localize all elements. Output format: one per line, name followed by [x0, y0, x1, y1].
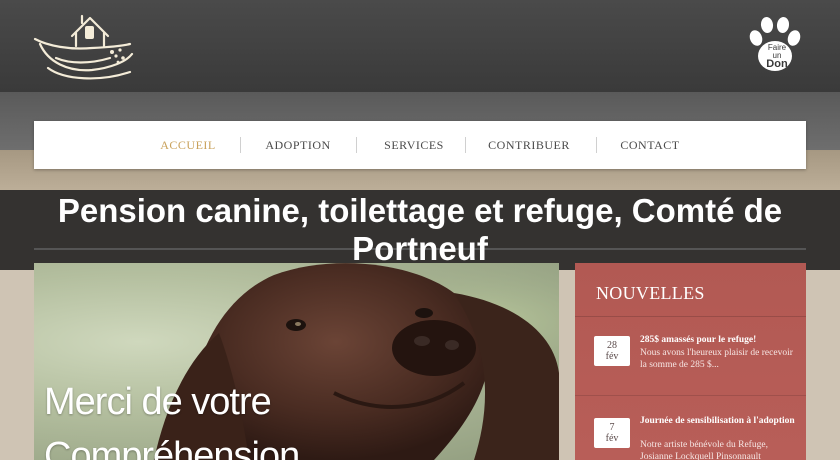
news-headline[interactable]: Journée de sensibilisation à l'adoption: [640, 415, 796, 427]
date-day: 7: [609, 422, 615, 433]
nav-divider: [240, 137, 241, 153]
nav-divider: [596, 137, 597, 153]
hero-line2: Compréhension: [44, 435, 300, 460]
page-title: Pension canine, toilettage et refuge, Co…: [57, 192, 783, 267]
news-panel: NOUVELLES 28 fév 285$ amassés pour le re…: [575, 263, 806, 460]
date-month: fév: [605, 433, 619, 444]
news-item[interactable]: 7 fév Journée de sensibilisation à l'ado…: [575, 415, 806, 460]
date-month: fév: [605, 351, 619, 362]
nav-item-contribuer[interactable]: CONTRIBUER: [474, 121, 584, 169]
nav-item-accueil[interactable]: ACCUEIL: [144, 121, 232, 169]
news-title: NOUVELLES: [596, 283, 705, 303]
nav-item-adoption[interactable]: ADOPTION: [248, 121, 348, 169]
date-badge: 7 fév: [594, 418, 630, 448]
nav-divider: [356, 137, 357, 153]
nav-item-services[interactable]: SERVICES: [364, 121, 464, 169]
hero-message: Merci de votre Compréhension: [44, 375, 344, 460]
hero-line1: Merci de votre: [44, 381, 272, 423]
news-header: NOUVELLES: [575, 263, 806, 317]
main-nav: ACCUEIL ADOPTION SERVICES CONTRIBUER CON…: [34, 121, 806, 169]
donate-line3: Don: [766, 58, 788, 70]
hero-banner[interactable]: Merci de votre Compréhension: [34, 263, 559, 460]
ark-house-logo[interactable]: [30, 6, 138, 84]
nav-item-contact[interactable]: CONTACT: [602, 121, 698, 169]
news-excerpt: Nous avons l'heureux plaisir de recevoir…: [640, 348, 793, 370]
news-item[interactable]: 28 fév 285$ amassés pour le refuge! Nous…: [575, 333, 806, 403]
donate-link[interactable]: Faire un Don: [762, 44, 792, 70]
date-badge: 28 fév: [594, 336, 630, 366]
news-headline[interactable]: 285$ amassés pour le refuge!: [640, 334, 796, 346]
nav-divider: [465, 137, 466, 153]
news-divider: [575, 395, 806, 396]
date-day: 28: [607, 340, 617, 351]
news-excerpt: Notre artiste bénévole du Refuge, Josian…: [640, 440, 768, 460]
